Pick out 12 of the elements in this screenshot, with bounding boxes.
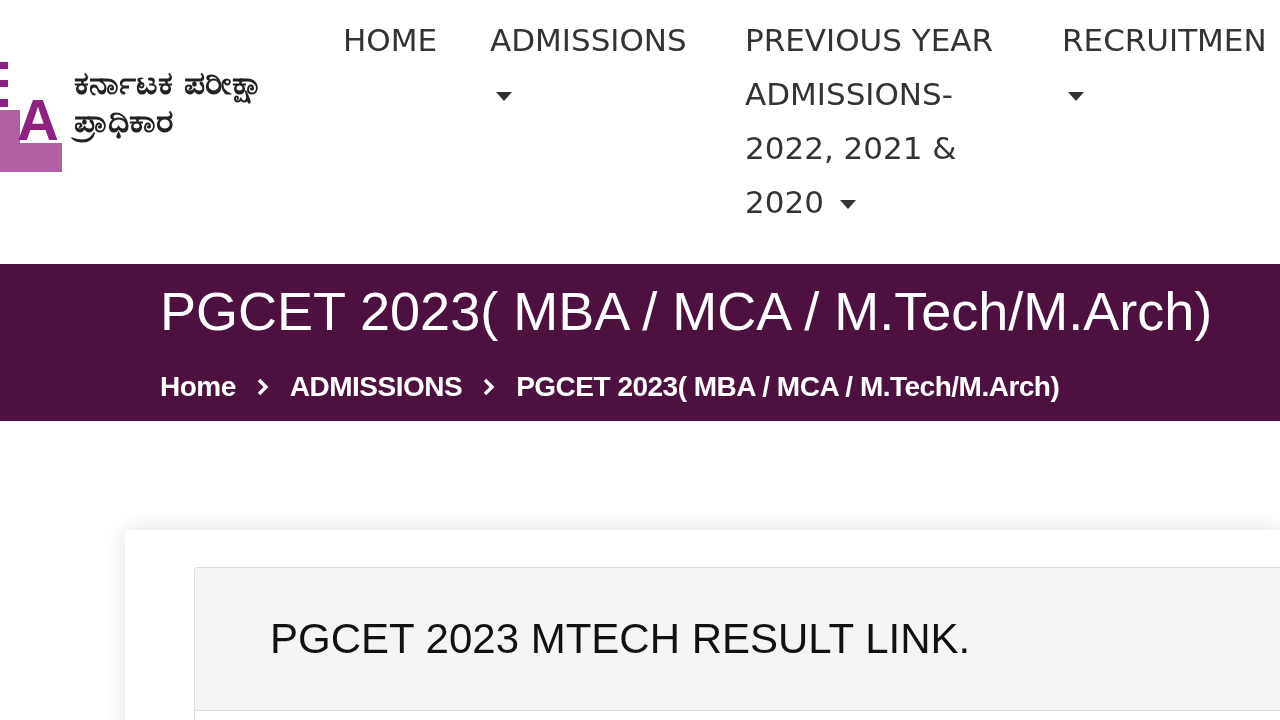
nav-dropdown[interactable]: PREVIOUS YEAR ADMISSIONS-2022, 2021 & 2020 [745, 13, 1025, 229]
nav-dropdown[interactable]: ADMISSIONS [490, 13, 700, 121]
page-title: PGCET 2023( MBA / MCA / M.Tech/M.Arch) [160, 280, 1214, 343]
logo-letter: A [17, 87, 59, 152]
panel-heading: PGCET 2023 MTECH RESULT LINK. [270, 613, 971, 664]
breadcrumb-link[interactable]: ADMISSIONS [289, 365, 463, 408]
chevron-right-icon [256, 377, 269, 396]
nav-dropdown[interactable]: RECRUITMEN [1062, 13, 1277, 121]
nav-link[interactable]: HOME [343, 13, 490, 67]
chevron-right-icon [483, 377, 496, 396]
breadcrumb-link[interactable]: Home [160, 365, 236, 408]
breadcrumb-current: PGCET 2023( MBA / MCA / M.Tech/M.Arch) [516, 369, 1060, 404]
